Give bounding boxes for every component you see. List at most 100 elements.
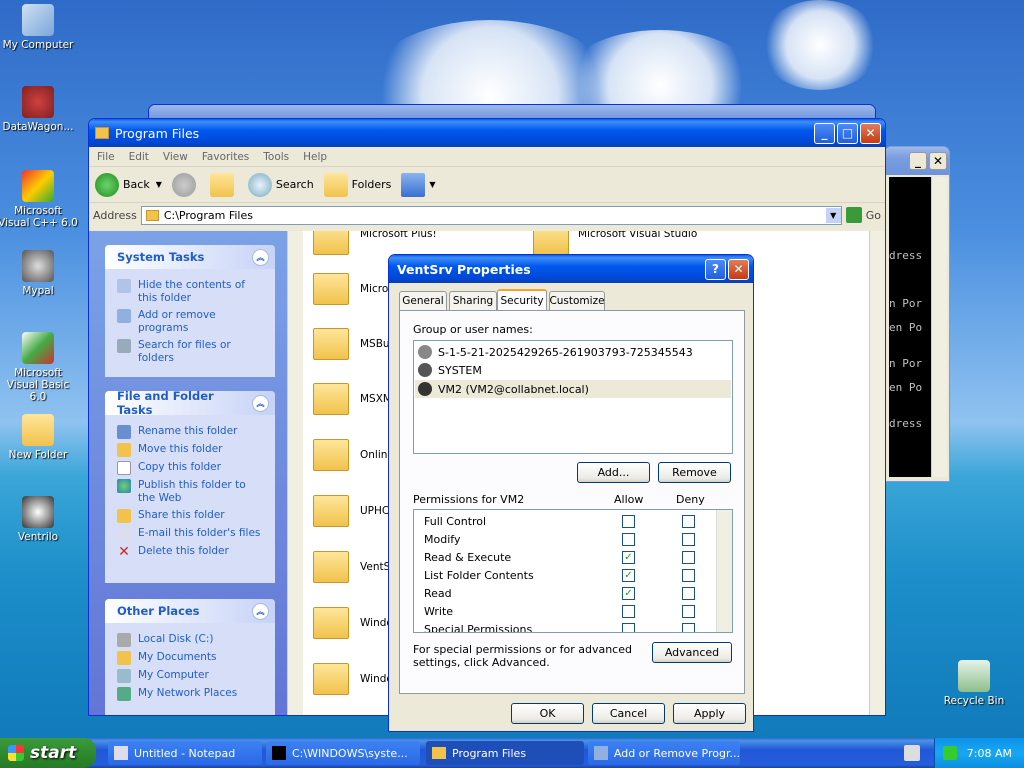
menu-edit[interactable]: Edit <box>129 151 149 163</box>
menu-file[interactable]: File <box>97 151 115 163</box>
menu-help[interactable]: Help <box>303 151 327 163</box>
allow-checkbox[interactable]: ✓ <box>622 551 635 564</box>
chevron-down-icon[interactable]: ▼ <box>825 207 841 223</box>
tab-general[interactable]: General <box>399 291 447 310</box>
forward-button[interactable] <box>171 172 200 197</box>
desktop-icon-visual-cpp[interactable]: Microsoft Visual C++ 6.0 <box>0 170 78 229</box>
back-button[interactable]: Back ▼ <box>95 172 162 197</box>
ok-button[interactable]: OK <box>511 703 584 724</box>
close-button[interactable]: ✕ <box>728 258 749 280</box>
permissions-scrollbar[interactable] <box>716 510 732 632</box>
task-share-folder[interactable]: Share this folder <box>105 507 275 525</box>
file-list-scrollbar[interactable] <box>869 231 885 715</box>
console-scrollbar[interactable] <box>931 177 947 477</box>
up-button[interactable] <box>209 172 238 197</box>
tab-customize[interactable]: Customize <box>549 291 605 310</box>
allow-checkbox[interactable]: ✓ <box>622 569 635 582</box>
folder-icon[interactable] <box>313 551 349 583</box>
go-arrow-icon[interactable] <box>845 207 862 223</box>
address-input[interactable]: C:\Program Files ▼ <box>140 205 842 225</box>
folder-icon[interactable] <box>313 383 349 415</box>
allow-checkbox[interactable] <box>622 515 635 528</box>
folder-icon[interactable] <box>533 231 569 255</box>
place-my-computer[interactable]: My Computer <box>105 667 275 685</box>
desktop-icon-datawagon[interactable]: DataWagon... <box>0 86 78 133</box>
task-move-folder[interactable]: Move this folder <box>105 441 275 459</box>
clock[interactable]: 7:08 AM <box>967 747 1012 760</box>
deny-checkbox[interactable] <box>682 605 695 618</box>
place-my-documents[interactable]: My Documents <box>105 649 275 667</box>
taskbar-item-add-remove[interactable]: Add or Remove Progr... <box>588 741 740 765</box>
dialog-titlebar[interactable]: VentSrv Properties ? ✕ <box>389 255 753 283</box>
task-email-files[interactable]: E-mail this folder's files <box>105 525 275 543</box>
folders-button[interactable]: Folders <box>323 172 391 197</box>
other-places-header[interactable]: Other Places ︽ <box>105 599 275 623</box>
collapse-icon[interactable]: ︽ <box>252 602 269 620</box>
menu-tools[interactable]: Tools <box>263 151 289 163</box>
task-hide-contents[interactable]: Hide the contents of this folder <box>105 277 275 307</box>
taskbar-item-console[interactable]: C:\WINDOWS\syste... <box>266 741 420 765</box>
deny-checkbox[interactable] <box>682 551 695 564</box>
deny-checkbox[interactable] <box>682 533 695 546</box>
close-button[interactable]: ✕ <box>929 152 947 170</box>
task-pane-scrollbar[interactable] <box>287 231 303 715</box>
minimize-button[interactable]: _ <box>814 122 835 144</box>
user-item-selected[interactable]: VM2 (VM2@collabnet.local) <box>415 380 731 398</box>
folder-icon[interactable] <box>313 607 349 639</box>
go-button[interactable]: Go <box>866 209 881 222</box>
task-delete-folder[interactable]: ✕ Delete this folder <box>105 543 275 561</box>
search-button[interactable]: Search <box>247 172 314 197</box>
folder-label[interactable]: Microsoft Visual Studio <box>578 231 697 240</box>
allow-checkbox[interactable] <box>622 623 635 632</box>
desktop-icon-my-computer[interactable]: My Computer <box>0 4 78 51</box>
collapse-icon[interactable]: ︽ <box>252 248 269 266</box>
system-tasks-header[interactable]: System Tasks ︽ <box>105 245 275 269</box>
maximize-button[interactable]: □ <box>837 122 858 144</box>
desktop-icon-mypal[interactable]: Mypal <box>0 250 78 297</box>
explorer-titlebar[interactable]: Program Files _ □ ✕ <box>89 119 885 147</box>
user-list[interactable]: S-1-5-21-2025429265-261903793-725345543 … <box>413 340 733 454</box>
deny-checkbox[interactable] <box>682 623 695 632</box>
desktop-icon-ventrilo[interactable]: Ventrilo <box>0 496 78 543</box>
allow-checkbox[interactable]: ✓ <box>622 587 635 600</box>
help-button[interactable]: ? <box>705 258 726 280</box>
remove-button[interactable]: Remove <box>658 462 731 483</box>
task-publish-folder[interactable]: Publish this folder to the Web <box>105 477 275 507</box>
close-button[interactable]: ✕ <box>860 122 881 144</box>
task-rename-folder[interactable]: Rename this folder <box>105 423 275 441</box>
task-add-remove-programs[interactable]: Add or remove programs <box>105 307 275 337</box>
taskbar-item-program-files[interactable]: Program Files <box>426 741 584 765</box>
allow-checkbox[interactable] <box>622 533 635 546</box>
start-button[interactable]: start <box>0 738 96 768</box>
desktop-icon-recycle-bin[interactable]: Recycle Bin <box>934 660 1014 707</box>
folder-label[interactable]: VentS <box>360 561 390 573</box>
folder-icon[interactable] <box>313 495 349 527</box>
keyboard-icon[interactable] <box>904 745 920 761</box>
menu-view[interactable]: View <box>163 151 188 163</box>
desktop-icon-visual-basic[interactable]: Microsoft Visual Basic 6.0 <box>0 332 78 403</box>
minimize-button[interactable]: _ <box>909 152 927 170</box>
deny-checkbox[interactable] <box>682 587 695 600</box>
folder-icon[interactable] <box>313 328 349 360</box>
tab-sharing[interactable]: Sharing <box>449 291 497 310</box>
advanced-button[interactable]: Advanced <box>652 642 732 663</box>
views-button[interactable]: ▼ <box>401 172 436 197</box>
properties-dialog[interactable]: VentSrv Properties ? ✕ General Sharing S… <box>388 254 754 732</box>
deny-checkbox[interactable] <box>682 515 695 528</box>
console-window[interactable]: _ ✕ dress n Por en Po n Por en Po dress <box>884 146 950 482</box>
folder-icon[interactable] <box>313 663 349 695</box>
apply-button[interactable]: Apply <box>673 703 746 724</box>
place-my-network-places[interactable]: My Network Places <box>105 685 275 703</box>
menu-favorites[interactable]: Favorites <box>202 151 249 163</box>
tray-icon[interactable] <box>942 746 957 760</box>
user-item[interactable]: SYSTEM <box>418 363 482 377</box>
collapse-icon[interactable]: ︽ <box>252 394 269 412</box>
allow-checkbox[interactable] <box>622 605 635 618</box>
folder-icon[interactable] <box>313 439 349 471</box>
deny-checkbox[interactable] <box>682 569 695 582</box>
console-titlebar[interactable]: _ ✕ <box>885 147 949 175</box>
user-item[interactable]: S-1-5-21-2025429265-261903793-725345543 <box>418 345 693 359</box>
folder-icon[interactable] <box>313 231 349 255</box>
folder-label[interactable]: Microsoft Plus! <box>360 231 437 240</box>
cancel-button[interactable]: Cancel <box>592 703 665 724</box>
